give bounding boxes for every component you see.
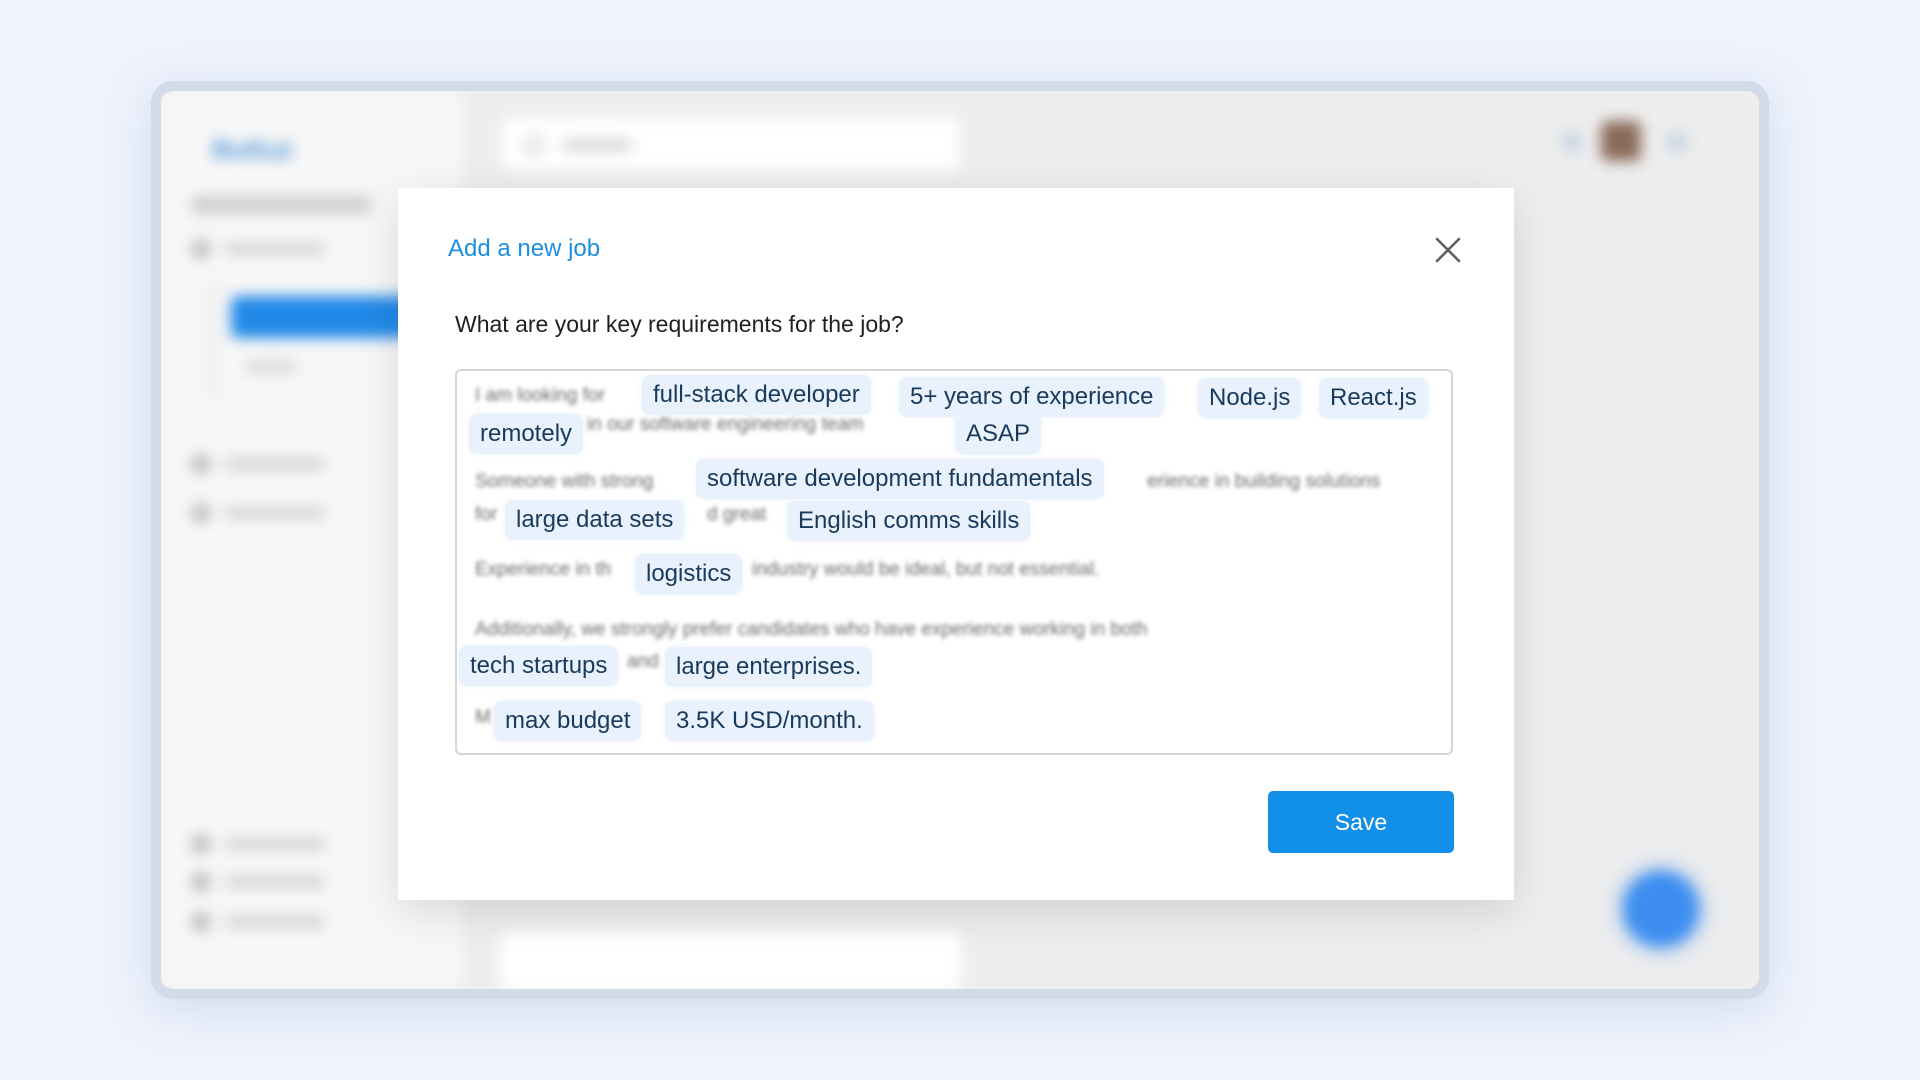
sidebar-item-settings[interactable] (191, 872, 341, 892)
avatar[interactable] (1601, 121, 1641, 161)
requirements-textarea[interactable]: I am looking for in our software enginee… (455, 369, 1453, 755)
keyword-tag[interactable]: tech startups (459, 646, 619, 686)
add-job-modal: Add a new job What are your key requirem… (398, 188, 1514, 900)
text-line: erience in building solutions (1147, 471, 1381, 492)
keyword-tag[interactable]: English comms skills (787, 501, 1031, 541)
keyword-tag[interactable]: Node.js (1198, 378, 1302, 418)
logout-icon (191, 912, 211, 932)
card-icon (191, 503, 211, 523)
sidebar-item-payments[interactable] (191, 503, 341, 523)
text-line: I am looking for (475, 385, 605, 406)
app-logo: Boltai (211, 121, 292, 168)
chat-fab-button[interactable] (1623, 871, 1699, 947)
keyword-tag[interactable]: logistics (635, 554, 743, 594)
text-line: Experience in th (475, 559, 612, 580)
search-icon (524, 135, 544, 155)
keyword-tag[interactable]: React.js (1319, 378, 1428, 418)
text-line: Someone with strong (475, 471, 654, 492)
keyword-tag[interactable]: ASAP (955, 414, 1042, 454)
keyword-tag[interactable]: 3.5K USD/month. (665, 701, 874, 741)
logo-suffix: ai (267, 135, 293, 164)
keyword-tag[interactable]: large data sets (505, 500, 685, 540)
text-line: M (475, 707, 491, 728)
home-icon (191, 239, 211, 259)
sidebar-item-home[interactable] (191, 239, 341, 259)
search-placeholder (562, 139, 632, 151)
keyword-tag[interactable]: full-stack developer (642, 375, 871, 415)
save-button[interactable]: Save (1268, 791, 1454, 853)
stage: Boltai Add a new job What are your key r… (0, 0, 1920, 1080)
search-bar[interactable] (501, 116, 961, 171)
text-line: in our software engineering team (587, 414, 864, 435)
sidebar-tree-line (213, 281, 216, 401)
sidebar-item-integrations[interactable] (191, 834, 341, 854)
text-line: industry would be ideal, but not essenti… (752, 559, 1100, 580)
keyword-tag[interactable]: 5+ years of experience (899, 377, 1165, 417)
requirements-question: What are your key requirements for the j… (455, 311, 904, 337)
text-line: and (627, 651, 659, 672)
keyword-tag[interactable]: software development fundamentals (696, 459, 1104, 499)
menu-icon[interactable] (1666, 131, 1688, 153)
sidebar-item-candidates[interactable] (191, 454, 341, 474)
keyword-tag[interactable]: remotely (469, 414, 584, 454)
close-icon[interactable] (1432, 234, 1464, 266)
text-line: for (475, 504, 498, 525)
logo-text: Bolt (211, 135, 268, 164)
plug-icon (191, 834, 211, 854)
bell-icon[interactable] (1561, 131, 1583, 153)
sidebar-item-logout[interactable] (191, 912, 341, 932)
text-line: d great (707, 504, 767, 525)
sidebar-section-title (191, 196, 371, 214)
users-icon (191, 454, 211, 474)
background-card (501, 931, 961, 989)
keyword-tag[interactable]: max budget (494, 701, 642, 741)
text-line: Additionally, we strongly prefer candida… (475, 619, 1148, 640)
modal-title: Add a new job (448, 235, 601, 262)
sidebar-subitem[interactable] (246, 361, 296, 373)
keyword-tag[interactable]: large enterprises. (665, 647, 873, 687)
gear-icon (191, 872, 211, 892)
